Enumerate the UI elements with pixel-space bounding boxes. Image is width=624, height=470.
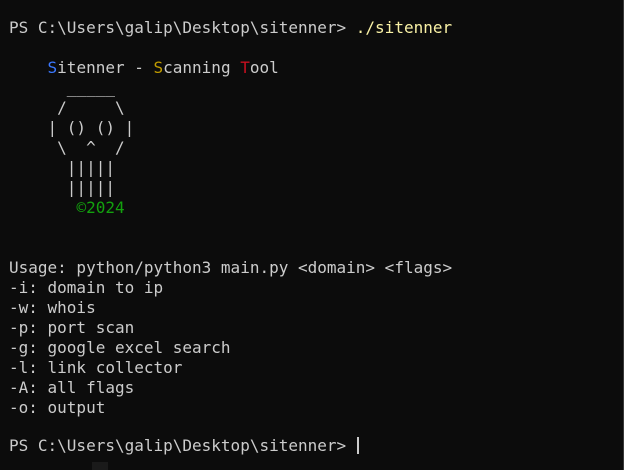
skull-art-line-3: | () () |: [9, 118, 135, 137]
prompt-path: PS C:\Users\galip\Desktop\sitenner>: [9, 436, 356, 455]
terminal-window[interactable]: PS C:\Users\galip\Desktop\sitenner> ./si…: [0, 0, 624, 470]
flag-line: -l: link collector: [9, 358, 183, 377]
skull-art-line-6: |||||: [9, 178, 115, 197]
flag-line: -i: domain to ip: [9, 278, 164, 297]
banner-part-3: ool: [249, 58, 279, 77]
skull-art-line-1: _____: [9, 78, 115, 97]
flag-line: -w: whois: [9, 298, 96, 317]
prompt-path: PS C:\Users\galip\Desktop\sitenner>: [9, 18, 356, 37]
scrollbar-stub: [92, 462, 108, 470]
flag-line: -o: output: [9, 398, 106, 417]
command-text: ./sitenner: [355, 18, 453, 37]
banner-letter-s2: S: [153, 58, 164, 77]
flag-line: -p: port scan: [9, 318, 135, 337]
skull-art-line-4: \ ^ /: [9, 138, 125, 157]
prompt-line: PS C:\Users\galip\Desktop\sitenner> ./si…: [9, 18, 452, 38]
banner-part-2: canning: [163, 58, 241, 77]
banner-letter-t: T: [240, 58, 250, 77]
banner-part-1: itenner -: [57, 58, 154, 77]
flag-line: -A: all flags: [9, 378, 135, 397]
skull-art-line-5: |||||: [9, 158, 115, 177]
usage-line: Usage: python/python3 main.py <domain> <…: [9, 258, 453, 277]
input-prompt-line[interactable]: PS C:\Users\galip\Desktop\sitenner>: [9, 436, 359, 456]
copyright-year: ©2024: [76, 198, 125, 217]
text-cursor[interactable]: [356, 437, 359, 454]
copyright-line: ©2024: [9, 198, 125, 218]
skull-art-line-2: / \: [9, 98, 125, 117]
flag-line: -g: google excel search: [9, 338, 231, 357]
copyright-indent: [9, 198, 76, 217]
banner-title: Sitenner - Scanning Tool: [9, 58, 279, 78]
banner-letter-s1: S: [47, 58, 58, 77]
